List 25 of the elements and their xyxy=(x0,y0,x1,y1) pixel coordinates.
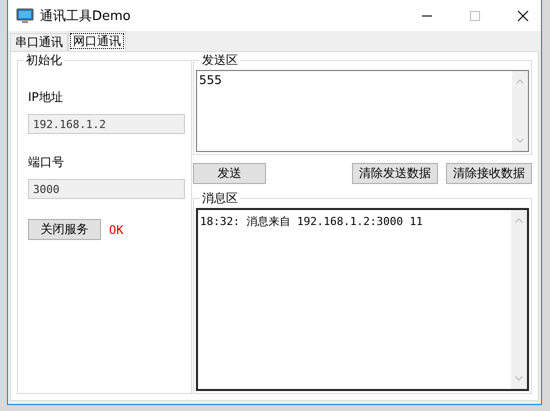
close-icon[interactable] xyxy=(517,10,529,22)
close-service-button[interactable]: 关闭服务 xyxy=(28,219,101,240)
message-line: 18:32: 消息来自 192.168.1.2:3000 11 xyxy=(200,214,424,229)
scroll-up-icon[interactable] xyxy=(515,218,523,223)
send-text-area[interactable]: 555 xyxy=(196,70,529,152)
text-value: 555 xyxy=(198,72,223,89)
status-text: OK xyxy=(109,222,124,236)
field-label: IP地址 xyxy=(28,89,64,106)
tab[interactable]: 串口通讯 xyxy=(10,33,68,51)
window-title: 通讯工具Demo xyxy=(40,8,131,24)
field-label: 端口号 xyxy=(28,154,65,171)
send-button[interactable]: 发送 xyxy=(193,163,266,184)
maximize-icon[interactable] xyxy=(469,10,481,22)
scroll-up-icon[interactable] xyxy=(516,79,524,84)
clear-send-button[interactable]: 清除发送数据 xyxy=(352,163,438,184)
group-title: 初始化 xyxy=(24,52,64,69)
clear-receive-button[interactable]: 清除接收数据 xyxy=(446,163,532,184)
message-text-area[interactable]: 18:32: 消息来自 192.168.1.2:3000 11 xyxy=(196,208,529,391)
scroll-down-icon[interactable] xyxy=(516,138,524,143)
scrollbar[interactable] xyxy=(512,71,528,151)
group-title: 消息区 xyxy=(200,190,240,207)
scroll-down-icon[interactable] xyxy=(515,376,523,381)
monitor-icon xyxy=(16,8,34,24)
scrollbar[interactable] xyxy=(511,210,527,389)
tab[interactable]: 网口通讯 xyxy=(68,31,126,51)
